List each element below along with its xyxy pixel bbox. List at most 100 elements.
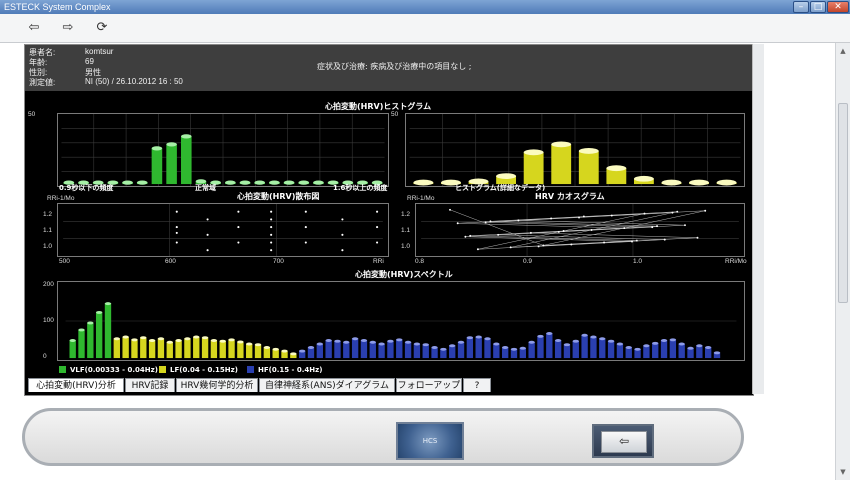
chaos-ytick: 1.1 <box>401 227 411 234</box>
vlf-bar-cap <box>95 310 103 314</box>
vlf-swatch <box>59 366 66 373</box>
chaos-point <box>656 225 658 228</box>
lf-bar-cap <box>219 339 226 343</box>
hf-bar <box>599 338 606 359</box>
hf-bar-cap <box>440 347 447 351</box>
hf-bar-cap <box>457 340 465 344</box>
chaos-point <box>663 238 666 241</box>
hf-bar <box>678 344 685 359</box>
histogram-left-bar-cap <box>254 180 265 185</box>
scatter-point <box>175 226 178 229</box>
histogram-right-bar-cap <box>689 179 709 186</box>
lf-bar <box>254 344 262 359</box>
hf-bar-cap <box>652 341 659 345</box>
scatter-point <box>206 233 209 236</box>
hf-bar <box>449 345 456 359</box>
hf-bar <box>625 347 632 359</box>
chaos-point <box>610 214 613 217</box>
hf-bar-cap <box>581 333 588 337</box>
hf-bar <box>704 347 712 359</box>
lf-bar-cap <box>122 335 129 339</box>
histogram-left-bar-cap <box>151 146 163 151</box>
histogram-right-bar-cap <box>551 141 572 148</box>
tab-hrv-record[interactable]: HRV記録 <box>125 378 175 392</box>
scatter-point <box>237 210 240 213</box>
scatter-plot <box>57 203 389 257</box>
minimize-button[interactable]: – <box>793 1 809 13</box>
tab-hrv-geometric[interactable]: HRV幾何学的分析 <box>176 378 258 392</box>
scatter-point <box>206 218 209 221</box>
refresh-icon[interactable]: ⟳ <box>92 19 112 37</box>
hf-bar-cap <box>378 342 385 346</box>
tab-follow-up[interactable]: フォローアップ <box>396 378 462 392</box>
hf-bar-cap <box>493 342 500 346</box>
hf-bar-cap <box>563 343 571 347</box>
histogram-right-bar <box>578 150 599 185</box>
spectrum-ytick: 0 <box>43 353 47 360</box>
tab-hrv-analysis[interactable]: 心拍変動(HRV)分析 <box>28 378 124 392</box>
scroll-up-icon[interactable]: ▲ <box>837 45 849 57</box>
scatter-title: 心拍変動(HRV)散布図 <box>237 192 320 201</box>
chaos-point <box>590 229 593 231</box>
hf-bar-cap <box>351 337 359 341</box>
scatter-point <box>206 249 209 252</box>
chaos-point <box>517 219 520 222</box>
maximize-button[interactable]: □ <box>810 1 826 13</box>
hist-y-max-right: 50 <box>391 111 399 118</box>
chaos-point <box>643 212 646 215</box>
forward-arrow-icon[interactable]: ⇨ <box>58 19 78 37</box>
hf-bar-cap <box>510 347 518 351</box>
histogram-right-bar-cap <box>606 165 627 172</box>
scatter-ytick: 1.2 <box>43 211 53 218</box>
close-button[interactable]: ✕ <box>827 1 849 13</box>
hf-bar <box>316 344 323 359</box>
lf-bar-cap <box>193 335 200 339</box>
lf-bar-cap <box>228 338 235 342</box>
hf-bar <box>581 335 588 359</box>
scroll-down-icon[interactable]: ▼ <box>837 466 849 478</box>
hf-bar <box>457 342 465 359</box>
window-scrollbar[interactable]: ▲ ▼ <box>835 43 850 480</box>
chaos-point <box>578 216 580 219</box>
histogram-right-chart <box>405 113 745 187</box>
hf-bar-cap <box>669 338 677 342</box>
lf-bar <box>148 340 156 359</box>
lf-bar-cap <box>201 336 209 340</box>
histogram-right-bar-cap <box>578 148 599 154</box>
vlf-bar-cap <box>87 321 94 325</box>
legend-vlf-label: VLF(0.00333 - 0.04Hz) <box>70 366 158 374</box>
vlf-bar-cap <box>78 328 85 332</box>
scatter-point <box>376 226 379 229</box>
hf-bar-cap <box>431 346 438 349</box>
scatter-point <box>341 249 344 252</box>
chaos-point <box>582 215 585 218</box>
vlf-bar-cap <box>69 339 76 342</box>
spectrum-ytick: 100 <box>43 317 54 324</box>
chaos-point <box>537 245 540 248</box>
report-scrollbar[interactable] <box>752 44 764 394</box>
hf-bar-cap <box>360 339 368 342</box>
hcs-button[interactable]: HCS <box>396 422 464 460</box>
scroll-thumb[interactable] <box>838 103 848 303</box>
hf-bar <box>696 345 703 359</box>
hf-bar-cap <box>713 351 721 355</box>
scatter-point <box>175 210 178 213</box>
hf-bar-cap <box>616 342 624 346</box>
histogram-left-bar-cap <box>298 180 310 185</box>
hf-bar <box>607 341 615 359</box>
vlf-bar <box>104 303 112 359</box>
back-arrow-icon[interactable]: ⇦ <box>24 19 44 37</box>
hf-bar <box>404 342 412 359</box>
chaos-point <box>671 211 674 214</box>
hf-bar-cap <box>607 339 615 343</box>
tab-ans-diagram[interactable]: 自律神経系(ANS)ダイアグラム <box>259 378 395 392</box>
chaos-point <box>631 240 633 243</box>
histogram-left-bar <box>151 148 163 185</box>
scatter-ylabel: RRi-1/Mo <box>47 195 75 202</box>
hf-bar-cap <box>343 340 350 344</box>
tab-help[interactable]: ? <box>463 378 491 392</box>
chaos-ylabel: RRi-1/Mo <box>407 195 435 202</box>
vlf-bar <box>95 312 103 359</box>
hf-bar <box>501 347 509 359</box>
back-button[interactable]: ⇦ <box>592 424 654 458</box>
